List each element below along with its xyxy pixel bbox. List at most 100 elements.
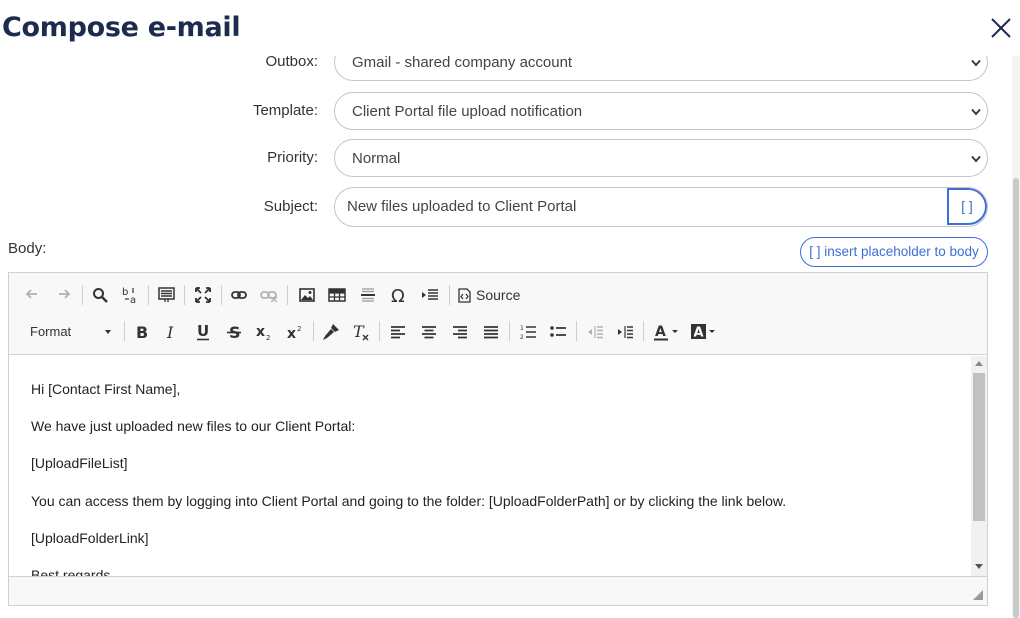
outdent-icon [587,326,603,339]
priority-select[interactable]: Normal [334,139,988,177]
chevron-down-icon [971,155,981,163]
chevron-down-icon [971,59,981,67]
redo-button[interactable] [53,283,73,307]
outdent-button[interactable] [584,320,606,344]
align-right-button[interactable] [449,320,471,344]
template-label: Template: [252,102,318,119]
align-center-button[interactable] [418,320,440,344]
template-value: Client Portal file upload notification [352,103,583,120]
copy-format-button[interactable] [320,320,342,344]
special-char-button[interactable]: Ω [388,283,410,307]
align-left-button[interactable] [387,320,409,344]
priority-value: Normal [352,150,401,167]
format-dropdown[interactable]: Format [23,320,115,344]
page-scroll-thumb[interactable] [1013,178,1019,618]
strikethrough-button[interactable]: S [223,320,245,344]
outbox-value: Gmail - shared company account [352,56,573,71]
format-label: Format [30,324,72,339]
svg-text:2: 2 [297,325,301,333]
image-button[interactable] [296,283,318,307]
dialog-title: Compose e-mail [2,12,241,43]
svg-text:x: x [256,324,265,340]
subscript-icon: x2 [256,324,270,340]
close-button[interactable] [989,16,1013,40]
unlink-button[interactable] [258,283,280,307]
align-left-icon [391,326,405,339]
editor-scrollbar[interactable] [971,356,987,576]
resize-handle-icon[interactable] [973,590,983,600]
close-icon[interactable] [989,16,1013,40]
background-color-icon: A [691,324,715,341]
unlink-icon [260,291,278,302]
svg-text:b: b [122,287,128,298]
align-center-icon [422,326,436,339]
body-line: You can access them by logging into Clie… [31,493,787,509]
numbered-list-button[interactable]: 12 [517,320,539,344]
table-icon [328,288,346,302]
scroll-down-icon[interactable] [975,564,983,569]
body-line: [UploadFileList] [31,455,128,471]
text-color-button[interactable]: A [651,320,681,344]
form-scroll-area[interactable]: Outbox: Gmail - shared company account T… [0,56,1012,618]
subject-label: Subject: [263,198,318,215]
replace-icon: ba [122,287,136,304]
superscript-icon: x2 [287,325,301,340]
superscript-button[interactable]: x2 [284,320,306,344]
indent-block-icon [422,289,438,300]
scroll-up-icon[interactable] [975,361,983,366]
align-right-icon [453,326,467,339]
editor-content[interactable]: Hi [Contact First Name], We have just up… [9,356,971,576]
body-line: Hi [Contact First Name], [31,381,181,397]
find-button[interactable] [89,283,111,307]
replace-button[interactable]: ba [119,283,141,307]
page-scrollbar[interactable] [1012,56,1020,618]
maximize-button[interactable] [192,283,214,307]
source-label: Source [476,287,521,303]
background-color-button[interactable]: A [688,320,718,344]
bold-icon: B [136,324,148,340]
justify-icon [484,326,498,339]
table-button[interactable] [326,283,348,307]
find-icon [93,288,108,303]
special-char-icon: Ω [391,286,405,304]
bulleted-list-icon [549,326,566,337]
bold-button[interactable]: B [131,320,153,344]
body-line: Best regards, [31,567,115,576]
italic-button[interactable]: I [161,320,183,344]
strikethrough-icon: S [227,323,241,341]
subscript-button[interactable]: x2 [253,320,275,344]
editor-scroll-thumb[interactable] [973,373,985,521]
bulleted-list-button[interactable] [547,320,569,344]
redo-icon [59,289,71,299]
link-button[interactable] [228,283,250,307]
template-select[interactable]: Client Portal file upload notification [334,92,988,130]
svg-text:U: U [197,323,209,340]
template-row: Template: Client Portal file upload noti… [0,92,1012,130]
svg-text:a: a [130,295,136,304]
underline-button[interactable]: U [192,320,214,344]
justify-button[interactable] [480,320,502,344]
svg-text:2: 2 [266,334,270,340]
subject-placeholder-button[interactable]: [ ] [947,188,987,225]
outbox-select[interactable]: Gmail - shared company account [334,56,988,81]
subject-input[interactable] [347,188,943,225]
select-all-icon [157,287,175,302]
source-button[interactable]: Source [458,283,524,307]
undo-button[interactable] [23,283,43,307]
caret-down-icon [105,330,111,334]
indent-button[interactable] [614,320,636,344]
source-icon [458,287,471,303]
svg-text:1: 1 [520,325,524,332]
outbox-label: Outbox: [265,56,318,70]
numbered-list-icon: 12 [520,325,536,340]
link-icon [231,291,247,299]
insert-placeholder-button[interactable]: [ ] insert placeholder to body [800,237,988,267]
priority-row: Priority: Normal [0,139,1012,177]
undo-icon [25,289,37,299]
horizontal-line-button[interactable] [357,283,379,307]
indent-block-button[interactable] [419,283,441,307]
rich-text-editor: ba Ω Source Format B I U S x 2 x 2 T 1 2… [8,272,988,606]
select-all-button[interactable] [155,283,177,307]
remove-format-button[interactable]: T [350,320,372,344]
svg-text:T: T [353,323,365,341]
